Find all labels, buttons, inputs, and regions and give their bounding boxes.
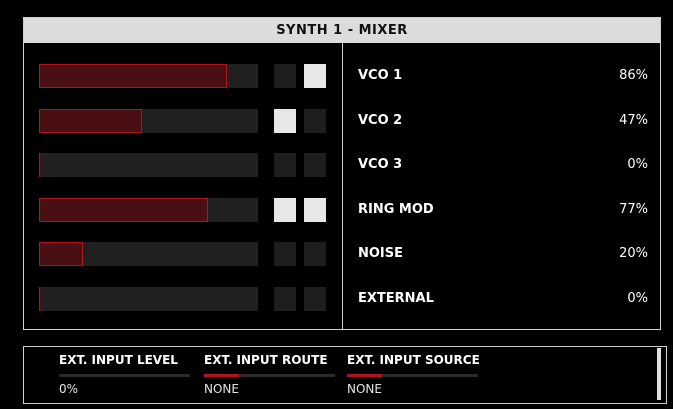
- channel-value: 0%: [627, 291, 648, 306]
- channel-name: VCO 1: [358, 68, 403, 83]
- scrollbar[interactable]: [657, 348, 661, 400]
- param-title: EXT. INPUT LEVEL: [59, 353, 178, 367]
- param-value: NONE: [347, 382, 382, 396]
- channel-name: VCO 2: [358, 112, 403, 128]
- toggle-b-vco-2[interactable]: [304, 108, 326, 133]
- channel-name: EXTERNAL: [358, 291, 434, 306]
- column-divider: [342, 43, 343, 330]
- channel-row-noise: [24, 242, 342, 267]
- level-fill: [39, 108, 142, 133]
- toggle-a-ring-mod[interactable]: [274, 197, 296, 222]
- channel-row-ring-mod: [24, 197, 342, 222]
- toggle-a-external[interactable]: [274, 287, 296, 311]
- channel-row-vco-1: [24, 64, 342, 88]
- channel-value: 86%: [619, 68, 648, 83]
- param-value: 0%: [59, 382, 79, 396]
- toggle-b-vco-1[interactable]: [304, 64, 326, 88]
- level-slider-noise[interactable]: [39, 242, 258, 267]
- toggle-a-vco-3[interactable]: [274, 153, 296, 178]
- channel-row-vco-3: [24, 153, 342, 178]
- level-slider-vco-1[interactable]: [39, 64, 258, 88]
- parameter-bar: EXT. INPUT LEVEL 0% EXT. INPUT ROUTE NON…: [23, 346, 667, 404]
- toggle-b-noise[interactable]: [304, 242, 326, 267]
- level-slider-vco-3[interactable]: [39, 153, 258, 178]
- param-title: EXT. INPUT SOURCE: [347, 353, 480, 367]
- level-slider-external[interactable]: [39, 287, 258, 311]
- channel-label-vco-2[interactable]: VCO 2 47%: [358, 109, 648, 133]
- channel-label-ring-mod[interactable]: RING MOD 77%: [358, 198, 648, 222]
- channel-label-external[interactable]: EXTERNAL 0%: [358, 287, 648, 311]
- channel-name: NOISE: [358, 246, 404, 262]
- param-level-track: [59, 374, 190, 377]
- level-slider-vco-2[interactable]: [39, 108, 258, 133]
- toggle-b-external[interactable]: [304, 287, 326, 311]
- toggle-b-vco-3[interactable]: [304, 153, 326, 178]
- toggle-a-vco-2[interactable]: [274, 108, 296, 133]
- channel-label-vco-3[interactable]: VCO 3 0%: [358, 153, 648, 177]
- channel-value: 0%: [627, 157, 648, 173]
- param-level-fill: [204, 374, 239, 377]
- channel-name: RING MOD: [358, 201, 434, 217]
- channel-value: 20%: [619, 246, 648, 262]
- param-level-fill: [347, 374, 382, 377]
- level-fill: [39, 287, 41, 311]
- param-ext-input-source[interactable]: EXT. INPUT SOURCE NONE: [347, 347, 480, 403]
- level-fill: [39, 197, 208, 222]
- level-fill: [39, 242, 83, 267]
- param-ext-input-route[interactable]: EXT. INPUT ROUTE NONE: [204, 347, 335, 403]
- level-fill: [39, 153, 41, 178]
- param-level-track: [204, 374, 335, 377]
- toggle-a-vco-1[interactable]: [274, 64, 296, 88]
- channel-row-external: [24, 287, 342, 311]
- toggle-a-noise[interactable]: [274, 242, 296, 267]
- level-fill: [39, 64, 227, 88]
- param-value: NONE: [204, 382, 239, 396]
- channel-row-vco-2: [24, 108, 342, 133]
- param-level-track: [347, 374, 478, 377]
- channel-name: VCO 3: [358, 157, 403, 173]
- param-title: EXT. INPUT ROUTE: [204, 353, 328, 367]
- param-ext-input-level[interactable]: EXT. INPUT LEVEL 0%: [59, 347, 190, 403]
- toggle-b-ring-mod[interactable]: [304, 197, 326, 222]
- level-slider-ring-mod[interactable]: [39, 197, 258, 222]
- channel-label-vco-1[interactable]: VCO 1 86%: [358, 64, 648, 88]
- page-title: SYNTH 1 - MIXER: [24, 18, 660, 43]
- channel-label-noise[interactable]: NOISE 20%: [358, 242, 648, 266]
- channel-value: 47%: [619, 112, 648, 128]
- channel-value: 77%: [619, 201, 648, 217]
- mixer-panel: SYNTH 1 - MIXER VCO 1 86% VCO 2 47% VCO …: [23, 17, 661, 330]
